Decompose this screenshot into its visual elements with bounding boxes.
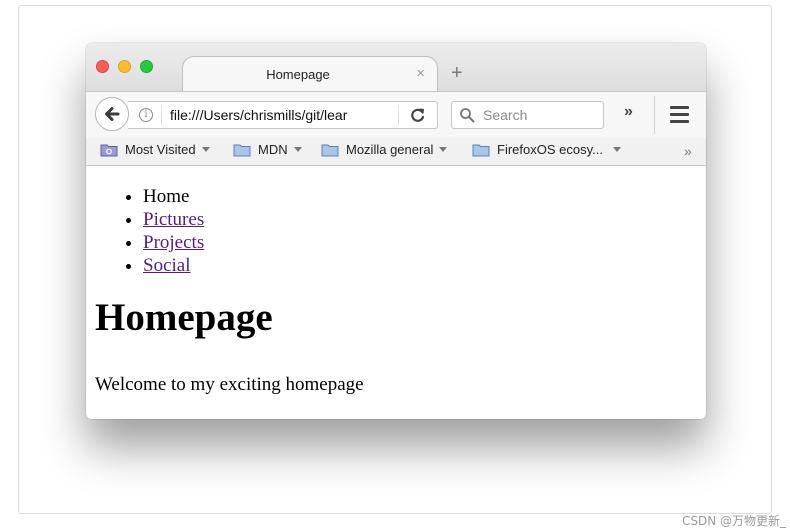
browser-window: Homepage × + i file:///Users/chrismills/… bbox=[86, 43, 706, 419]
nav-link-pictures[interactable]: Pictures bbox=[143, 209, 204, 230]
minimize-window-button[interactable] bbox=[118, 60, 131, 73]
folder-icon bbox=[321, 143, 339, 157]
back-button[interactable] bbox=[95, 97, 129, 131]
reload-divider bbox=[398, 105, 399, 125]
maximize-window-button[interactable] bbox=[140, 60, 153, 73]
navigation-toolbar: i file:///Users/chrismills/git/lear Sear… bbox=[86, 91, 706, 138]
nav-list: Home Pictures Projects Social bbox=[143, 185, 204, 277]
url-input[interactable]: file:///Users/chrismills/git/lear bbox=[170, 107, 370, 123]
hamburger-menu-icon[interactable] bbox=[670, 106, 689, 127]
chevron-down-icon bbox=[293, 147, 302, 152]
bookmark-mozilla-general[interactable]: Mozilla general bbox=[321, 142, 448, 157]
bookmark-most-visited[interactable]: Most Visited bbox=[100, 142, 210, 157]
chevron-down-icon bbox=[201, 147, 210, 152]
chevron-down-icon bbox=[612, 147, 621, 152]
url-bar[interactable]: i file:///Users/chrismills/git/lear bbox=[128, 101, 438, 129]
toolbar-separator bbox=[654, 96, 655, 134]
smart-folder-icon bbox=[100, 143, 118, 157]
bookmark-label: FirefoxOS ecosy... bbox=[497, 142, 603, 157]
folder-icon bbox=[472, 143, 490, 157]
tab-homepage[interactable]: Homepage × bbox=[182, 56, 438, 92]
bookmark-label: Mozilla general bbox=[346, 142, 434, 157]
bookmarks-toolbar: Most Visited MDN Mozilla general Firefox… bbox=[86, 138, 706, 166]
nav-item-projects: Projects bbox=[143, 231, 204, 254]
page-paragraph: Welcome to my exciting homepage bbox=[95, 374, 364, 395]
bookmarks-overflow-button[interactable]: » bbox=[684, 143, 692, 159]
toolbar-overflow-button[interactable]: » bbox=[624, 103, 633, 121]
search-box[interactable]: Search bbox=[451, 101, 604, 129]
bookmark-label: MDN bbox=[258, 142, 288, 157]
folder-icon bbox=[233, 143, 251, 157]
search-icon bbox=[459, 107, 475, 128]
new-tab-button[interactable]: + bbox=[451, 63, 463, 83]
bookmark-firefoxos-ecosystem[interactable]: FirefoxOS ecosy... bbox=[472, 142, 621, 157]
search-placeholder: Search bbox=[483, 107, 528, 123]
close-window-button[interactable] bbox=[96, 60, 109, 73]
bookmark-mdn[interactable]: MDN bbox=[233, 142, 302, 157]
url-divider bbox=[161, 105, 162, 125]
nav-item-pictures: Pictures bbox=[143, 208, 204, 231]
back-arrow-icon bbox=[105, 107, 120, 121]
reload-icon[interactable] bbox=[409, 106, 427, 129]
watermark: CSDN @万物更新_ bbox=[681, 514, 786, 528]
title-bar: Homepage × + bbox=[86, 43, 706, 92]
nav-link-projects[interactable]: Projects bbox=[143, 232, 204, 253]
nav-item-home: Home bbox=[143, 185, 204, 208]
bookmark-label: Most Visited bbox=[125, 142, 196, 157]
tab-title: Homepage bbox=[266, 67, 330, 82]
tab-close-icon[interactable]: × bbox=[416, 65, 425, 82]
nav-home-text: Home bbox=[143, 186, 190, 207]
info-icon[interactable]: i bbox=[139, 108, 153, 122]
nav-link-social[interactable]: Social bbox=[143, 255, 191, 276]
page-heading: Homepage bbox=[95, 296, 273, 339]
page-content: Home Pictures Projects Social Homepage W… bbox=[86, 166, 706, 419]
chevron-down-icon bbox=[439, 147, 448, 152]
nav-item-social: Social bbox=[143, 254, 204, 277]
